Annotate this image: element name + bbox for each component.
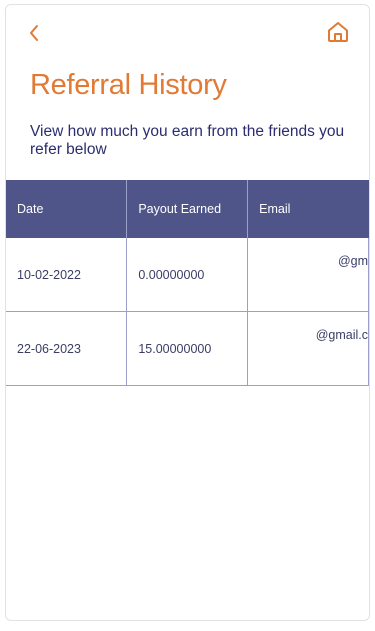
home-icon [328, 22, 348, 42]
table-header-row: Date Payout Earned Email [6, 180, 369, 238]
cell-date: 22-06-2023 [6, 311, 128, 386]
cell-payout: 15.00000000 [126, 311, 249, 386]
page-subtitle: View how much you earn from the friends … [30, 123, 345, 158]
table-row: 22-06-2023 15.00000000 @gmail.c [6, 311, 369, 386]
chevron-left-icon [30, 25, 38, 41]
back-button[interactable] [24, 21, 44, 45]
cell-email: @gmail.c [247, 311, 369, 386]
cell-payout: 0.00000000 [126, 238, 249, 312]
page-title: Referral History [30, 69, 227, 101]
home-button[interactable] [325, 19, 351, 45]
cell-email: @gm [247, 238, 369, 312]
column-header-email: Email [247, 180, 369, 238]
column-header-payout: Payout Earned [126, 180, 249, 238]
table-row: 10-02-2022 0.00000000 @gm [6, 238, 369, 312]
referral-table: Date Payout Earned Email 10-02-2022 0.00… [6, 180, 369, 386]
column-header-date: Date [6, 180, 128, 238]
cell-date: 10-02-2022 [6, 238, 128, 312]
referral-history-screen: Referral History View how much you earn … [5, 4, 370, 621]
referral-table-container[interactable]: Date Payout Earned Email 10-02-2022 0.00… [6, 180, 369, 386]
